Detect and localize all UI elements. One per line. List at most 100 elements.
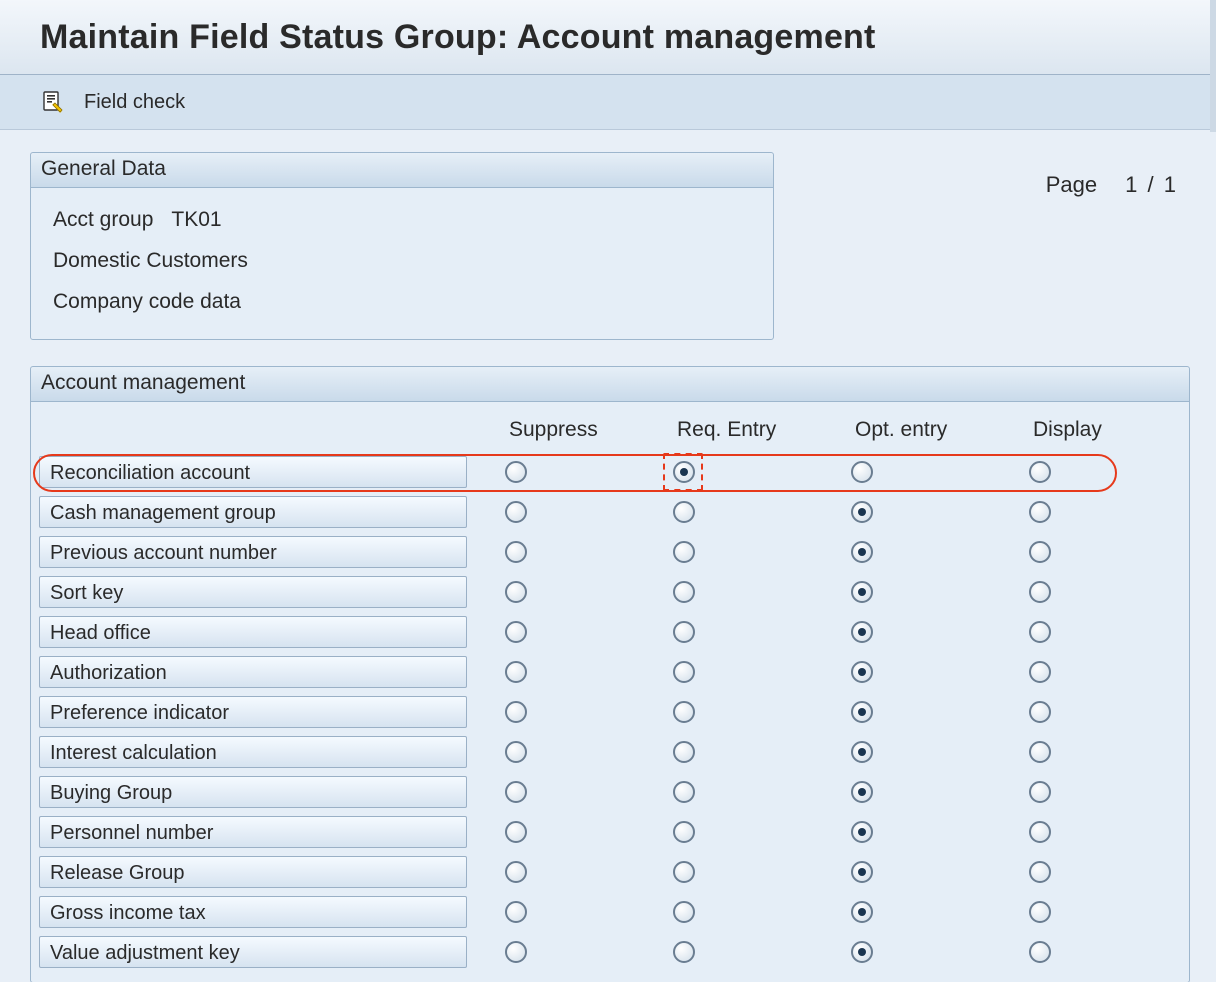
page-label: Page [1046,172,1097,198]
radio-cell [645,861,823,883]
radio-option[interactable] [505,501,527,523]
radio-option[interactable] [673,541,695,563]
radio-option[interactable] [505,861,527,883]
radio-option[interactable] [673,821,695,843]
radio-cell [645,701,823,723]
column-header-row: SuppressReq. EntryOpt. entryDisplay [39,408,1181,452]
radio-cell [477,741,645,763]
radio-option[interactable] [1029,501,1051,523]
radio-cell [645,901,823,923]
field-status-row: Gross income tax [39,892,1181,932]
toolbar: Field check [0,75,1216,130]
radio-option[interactable] [851,581,873,603]
field-status-row: Interest calculation [39,732,1181,772]
radio-option[interactable] [1029,821,1051,843]
row-label: Previous account number [39,536,467,568]
radio-option[interactable] [505,461,527,483]
radio-option[interactable] [1029,541,1051,563]
radio-option[interactable] [851,901,873,923]
radio-cell [1001,861,1123,883]
general-data-panel: General Data Acct group TK01 Domestic Cu… [30,152,774,340]
radio-cell [645,821,823,843]
field-check-icon[interactable] [40,89,66,115]
radio-cell [477,781,645,803]
radio-option[interactable] [1029,461,1051,483]
acct-group-label: Acct group [53,200,153,241]
radio-option[interactable] [851,701,873,723]
acct-group-value: TK01 [171,200,221,241]
radio-option[interactable] [505,541,527,563]
radio-option[interactable] [1029,861,1051,883]
radio-option[interactable] [673,501,695,523]
field-check-button[interactable]: Field check [84,91,185,114]
radio-option[interactable] [505,821,527,843]
general-line-desc: Domestic Customers [53,241,755,282]
radio-option[interactable] [851,861,873,883]
radio-option[interactable] [673,581,695,603]
radio-option[interactable] [673,701,695,723]
radio-option[interactable] [851,501,873,523]
radio-option[interactable] [505,741,527,763]
radio-option[interactable] [851,541,873,563]
column-header: Req. Entry [649,418,827,442]
radio-option[interactable] [851,781,873,803]
radio-option[interactable] [851,821,873,843]
title-bar: Maintain Field Status Group: Account man… [0,0,1216,75]
radio-cell [1001,741,1123,763]
row-label: Cash management group [39,496,467,528]
radio-cell [477,621,645,643]
radio-cell [1001,501,1123,523]
radio-option[interactable] [1029,741,1051,763]
radio-cell [1001,821,1123,843]
radio-cell [823,501,1001,523]
radio-option[interactable] [673,661,695,683]
radio-option[interactable] [1029,901,1051,923]
general-data-header: General Data [31,153,773,188]
radio-cell [1001,941,1123,963]
field-status-row: Head office [39,612,1181,652]
page-title: Maintain Field Status Group: Account man… [40,18,876,57]
radio-cell [823,901,1001,923]
radio-option[interactable] [1029,621,1051,643]
general-line-scope: Company code data [53,282,755,323]
radio-option[interactable] [505,621,527,643]
radio-option[interactable] [673,461,695,483]
radio-cell [477,861,645,883]
radio-option[interactable] [505,661,527,683]
radio-option[interactable] [505,781,527,803]
radio-option[interactable] [673,941,695,963]
radio-cell [477,901,645,923]
radio-option[interactable] [851,461,873,483]
row-label: Value adjustment key [39,936,467,968]
radio-option[interactable] [851,661,873,683]
radio-option[interactable] [673,741,695,763]
radio-cell [645,741,823,763]
radio-option[interactable] [673,861,695,883]
field-status-row: Authorization [39,652,1181,692]
radio-option[interactable] [505,581,527,603]
radio-cell [823,661,1001,683]
field-status-row: Cash management group [39,492,1181,532]
page-total: 1 [1164,172,1178,197]
radio-cell [645,781,823,803]
radio-option[interactable] [1029,941,1051,963]
radio-option[interactable] [851,741,873,763]
page-sep: / [1148,172,1156,197]
radio-option[interactable] [505,701,527,723]
radio-cell [1001,621,1123,643]
row-label: Head office [39,616,467,648]
radio-option[interactable] [505,901,527,923]
row-label: Preference indicator [39,696,467,728]
radio-cell [1001,701,1123,723]
radio-option[interactable] [851,941,873,963]
radio-cell [823,741,1001,763]
radio-option[interactable] [1029,661,1051,683]
radio-option[interactable] [1029,581,1051,603]
radio-option[interactable] [673,901,695,923]
radio-option[interactable] [1029,781,1051,803]
radio-option[interactable] [505,941,527,963]
radio-option[interactable] [673,621,695,643]
radio-option[interactable] [851,621,873,643]
radio-option[interactable] [673,781,695,803]
radio-option[interactable] [1029,701,1051,723]
